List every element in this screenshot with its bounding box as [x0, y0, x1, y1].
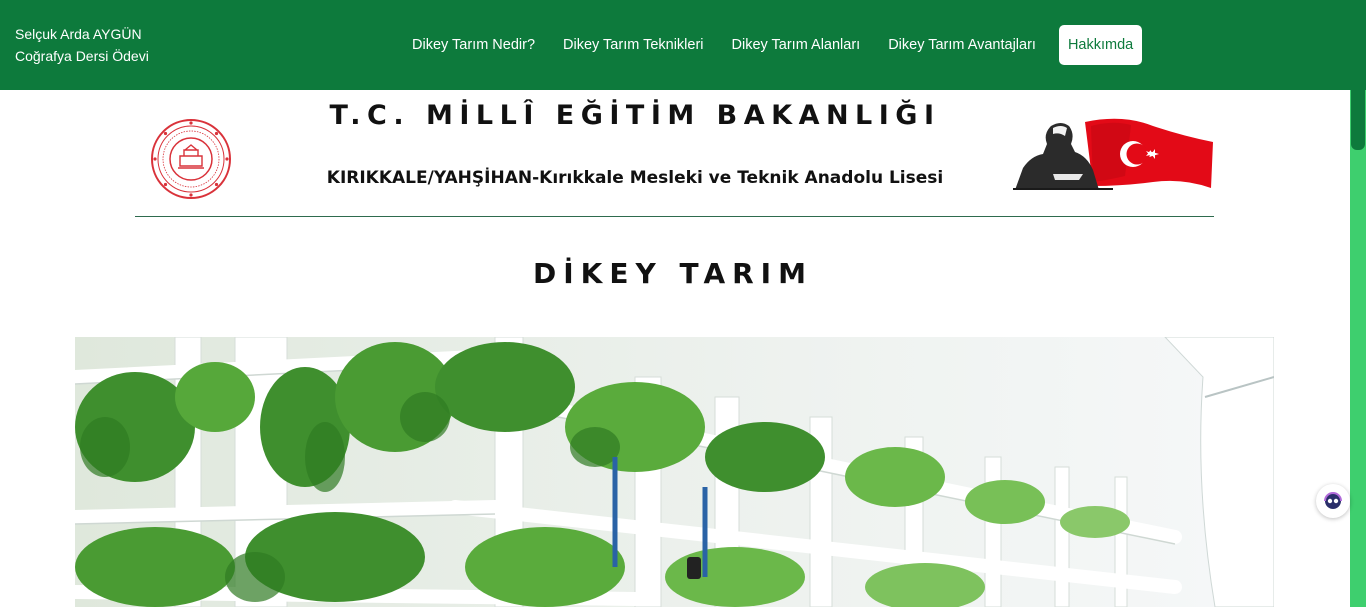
scrollbar-thumb[interactable]: [1351, 90, 1365, 150]
scrollbar-track[interactable]: [1350, 90, 1366, 607]
nav-link-dikey-tarim-avantajlari[interactable]: Dikey Tarım Avantajları: [874, 37, 1050, 53]
brand-subtitle: Coğrafya Dersi Ödevi: [15, 48, 149, 64]
nav-link-dikey-tarim-nedir[interactable]: Dikey Tarım Nedir?: [398, 37, 549, 53]
ministry-title: T.C. MİLLÎ EĞİTİM BAKANLIĞI: [329, 100, 941, 131]
nav-link-hakkimda[interactable]: Hakkımda: [1058, 25, 1143, 65]
top-navbar: Selçuk Arda AYGÜN Coğrafya Dersi Ödevi D…: [0, 0, 1366, 90]
hero-image: [75, 337, 1274, 607]
nav-link-dikey-tarim-teknikleri[interactable]: Dikey Tarım Teknikleri: [549, 37, 717, 53]
brand-name: Selçuk Arda AYGÜN: [15, 26, 142, 42]
page-header: T.C. MİLLÎ EĞİTİM BAKANLIĞI KIRIKKALE/YA…: [135, 90, 1214, 217]
assistant-icon: [1324, 492, 1342, 509]
meb-seal-icon: [151, 119, 231, 199]
brand[interactable]: Selçuk Arda AYGÜN Coğrafya Dersi Ödevi: [15, 23, 149, 67]
page-title: DİKEY TARIM: [533, 257, 813, 290]
ataturk-flag-image: [1013, 118, 1213, 190]
nav-menu: Dikey Tarım Nedir? Dikey Tarım Teknikler…: [398, 25, 1143, 65]
school-name: KIRIKKALE/YAHŞİHAN-Kırıkkale Mesleki ve …: [326, 168, 944, 188]
assistant-button[interactable]: [1316, 484, 1350, 518]
nav-link-dikey-tarim-alanlari[interactable]: Dikey Tarım Alanları: [718, 37, 875, 53]
